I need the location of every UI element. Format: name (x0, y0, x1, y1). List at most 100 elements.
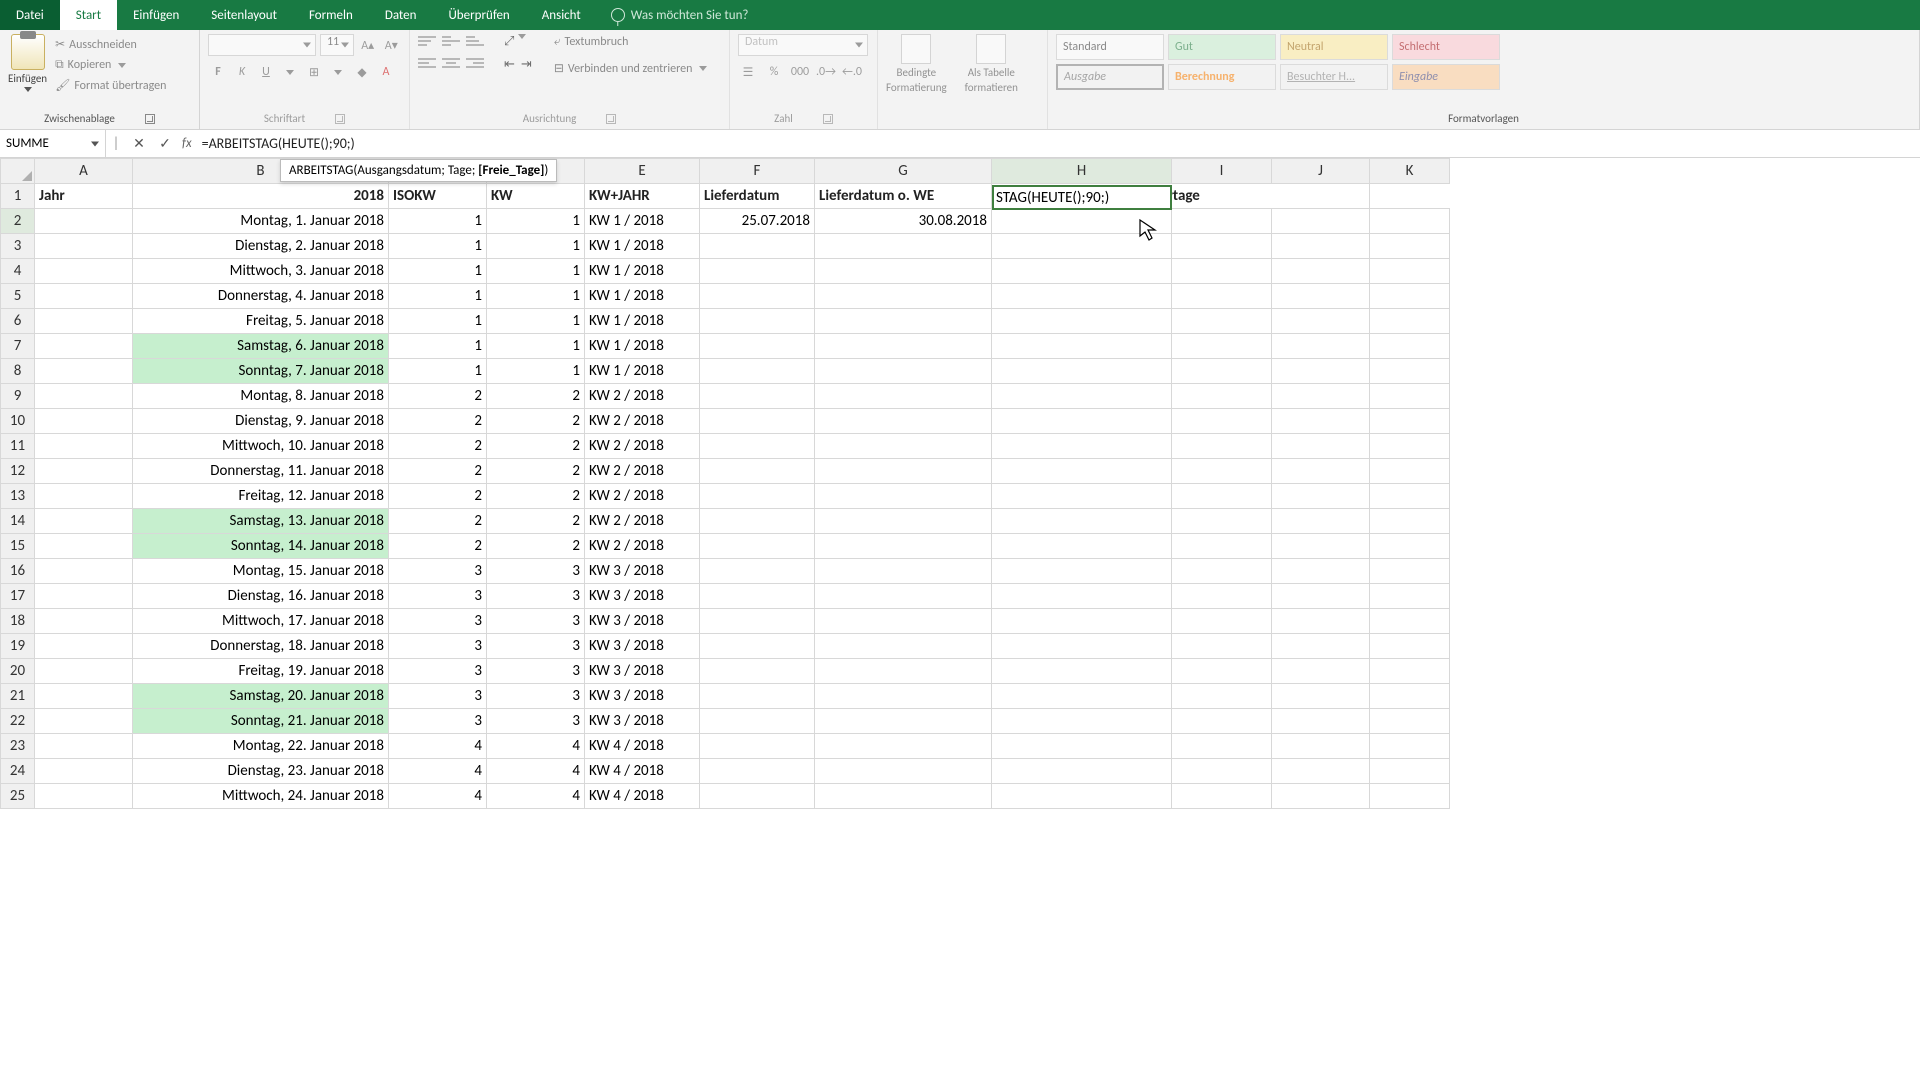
cell[interactable]: 2 (487, 434, 585, 459)
cell[interactable]: Donnerstag, 11. Januar 2018 (133, 459, 389, 484)
cell[interactable] (1172, 259, 1272, 284)
cell[interactable]: 4 (487, 759, 585, 784)
cell[interactable] (1272, 559, 1370, 584)
cancel-formula-button[interactable]: ✕ (126, 135, 152, 152)
cell[interactable] (992, 509, 1172, 534)
copy-button[interactable]: ⧉Kopieren (53, 57, 168, 73)
cell[interactable]: 1 (487, 309, 585, 334)
dialog-launcher-icon[interactable] (145, 114, 155, 124)
wrap-text-button[interactable]: ⤶Textumbruch (552, 34, 710, 50)
cell[interactable]: KW 2 / 2018 (585, 484, 700, 509)
cell[interactable]: 3 (389, 659, 487, 684)
cell[interactable]: 4 (389, 759, 487, 784)
cell[interactable] (700, 509, 815, 534)
cell[interactable] (1272, 484, 1370, 509)
style-ausgabe[interactable]: Ausgabe (1056, 64, 1164, 90)
cell[interactable]: 2 (389, 409, 487, 434)
bold-button[interactable]: F (208, 62, 228, 82)
cell[interactable]: Dienstag, 23. Januar 2018 (133, 759, 389, 784)
cell[interactable] (700, 559, 815, 584)
cell[interactable] (992, 734, 1172, 759)
cell[interactable] (1272, 259, 1370, 284)
cell[interactable]: 2 (389, 534, 487, 559)
cell[interactable] (1172, 384, 1272, 409)
cell[interactable]: 25.07.2018 (700, 209, 815, 234)
menu-tab-ansicht[interactable]: Ansicht (526, 0, 597, 30)
cell[interactable]: KW 4 / 2018 (585, 759, 700, 784)
conditional-formatting-button[interactable]: Bedingte Formatierung (886, 34, 947, 94)
cell[interactable] (700, 659, 815, 684)
cell[interactable]: Dienstag, 9. Januar 2018 (133, 409, 389, 434)
font-name-combo[interactable] (208, 34, 316, 56)
cell[interactable] (992, 784, 1172, 809)
cell[interactable]: KW 1 / 2018 (585, 284, 700, 309)
row-header[interactable]: 17 (1, 584, 35, 609)
font-size-combo[interactable]: 11 (320, 34, 354, 56)
cell[interactable] (700, 734, 815, 759)
cell[interactable] (1370, 434, 1450, 459)
cell[interactable]: 2 (389, 484, 487, 509)
row-header[interactable]: 25 (1, 784, 35, 809)
cell[interactable] (1370, 684, 1450, 709)
cell[interactable] (35, 234, 133, 259)
italic-button[interactable]: K (232, 62, 252, 82)
formula-input[interactable]: =ARBEITSTAG(HEUTE();90;) (196, 135, 1920, 152)
cell[interactable] (1272, 609, 1370, 634)
decrease-font-button[interactable]: A▾ (381, 35, 401, 55)
cell[interactable]: 3 (487, 684, 585, 709)
cell[interactable]: Samstag, 20. Januar 2018 (133, 684, 389, 709)
cell-styles-gallery[interactable]: Standard Gut Neutral Schlecht Ausgabe Be… (1056, 34, 1911, 90)
align-center-button[interactable] (442, 56, 460, 70)
cell[interactable] (992, 259, 1172, 284)
cell[interactable]: 1 (389, 334, 487, 359)
cell[interactable]: 3 (487, 634, 585, 659)
cell[interactable] (815, 484, 992, 509)
cell[interactable]: KW (487, 184, 585, 209)
cell[interactable] (1370, 409, 1450, 434)
cell[interactable] (815, 409, 992, 434)
cell[interactable] (815, 609, 992, 634)
select-all-corner[interactable] (1, 159, 35, 184)
style-berechnung[interactable]: Berechnung (1168, 64, 1276, 90)
row-header[interactable]: 14 (1, 509, 35, 534)
cell[interactable]: 4 (487, 734, 585, 759)
cell[interactable] (1172, 434, 1272, 459)
row-header[interactable]: 5 (1, 284, 35, 309)
cell[interactable]: Mittwoch, 3. Januar 2018 (133, 259, 389, 284)
cell[interactable] (815, 384, 992, 409)
cell[interactable]: 2018 (133, 184, 389, 209)
cell[interactable] (700, 784, 815, 809)
cell[interactable] (700, 684, 815, 709)
cell[interactable] (35, 209, 133, 234)
cell[interactable] (815, 284, 992, 309)
cell[interactable]: ISOKW (389, 184, 487, 209)
style-gut[interactable]: Gut (1168, 34, 1276, 60)
cell[interactable]: KW 1 / 2018 (585, 259, 700, 284)
cell[interactable] (1172, 609, 1272, 634)
cell[interactable] (992, 759, 1172, 784)
cell[interactable]: 2 (487, 534, 585, 559)
cell[interactable] (700, 484, 815, 509)
cell[interactable]: KW 1 / 2018 (585, 209, 700, 234)
cell[interactable]: KW 1 / 2018 (585, 234, 700, 259)
cell[interactable] (815, 234, 992, 259)
cell[interactable] (1172, 734, 1272, 759)
cell[interactable] (1272, 334, 1370, 359)
cell[interactable]: 3 (389, 559, 487, 584)
cell[interactable] (1172, 484, 1272, 509)
increase-indent-button[interactable]: ⇥ (521, 57, 532, 72)
cell[interactable]: KW 2 / 2018 (585, 459, 700, 484)
col-header-E[interactable]: E (585, 159, 700, 184)
accounting-format-button[interactable]: ☰ (738, 62, 758, 82)
cell[interactable]: Dienstag, 16. Januar 2018 (133, 584, 389, 609)
cell[interactable]: Sonntag, 14. Januar 2018 (133, 534, 389, 559)
row-header[interactable]: 23 (1, 734, 35, 759)
cell[interactable] (815, 534, 992, 559)
cell[interactable] (700, 384, 815, 409)
cell[interactable]: KW 1 / 2018 (585, 359, 700, 384)
row-header[interactable]: 6 (1, 309, 35, 334)
fill-color-button[interactable]: ◆ (352, 62, 372, 82)
cell[interactable] (35, 459, 133, 484)
cell[interactable] (1172, 309, 1272, 334)
row-header[interactable]: 10 (1, 409, 35, 434)
